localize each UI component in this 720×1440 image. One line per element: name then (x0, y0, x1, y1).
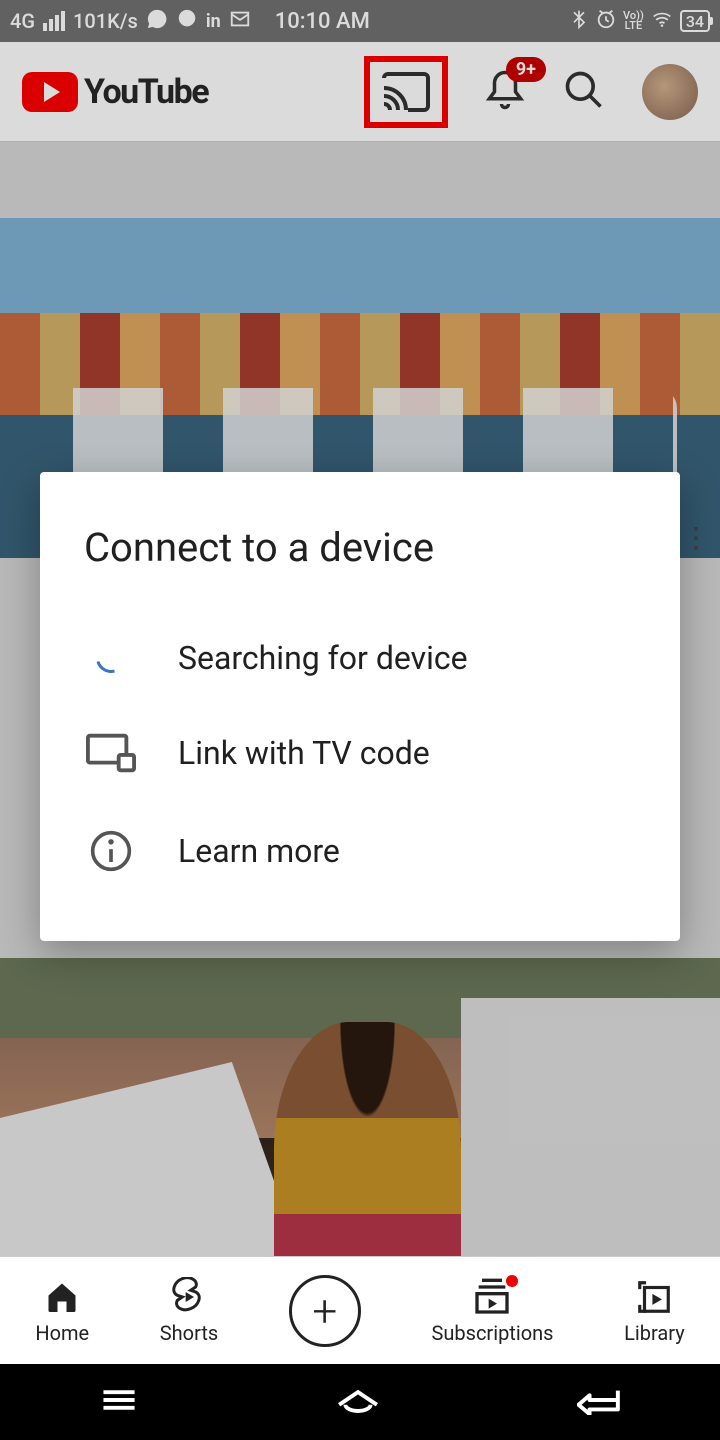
shorts-icon (172, 1277, 206, 1317)
library-icon (635, 1277, 673, 1317)
info-icon (89, 829, 133, 873)
nav-home[interactable]: Home (35, 1277, 89, 1345)
learn-more-row[interactable]: Learn more (40, 801, 680, 901)
link-tv-label: Link with TV code (178, 734, 430, 772)
recent-apps-button[interactable] (99, 1386, 139, 1418)
nav-library-label: Library (624, 1321, 685, 1345)
subscriptions-icon (472, 1277, 512, 1317)
tv-link-icon (86, 733, 136, 773)
dialog-title: Connect to a device (40, 512, 680, 611)
home-icon (44, 1277, 80, 1317)
cast-dialog: Connect to a device Searching for device… (40, 472, 680, 941)
learn-more-label: Learn more (178, 832, 340, 870)
nav-library[interactable]: Library (624, 1277, 685, 1345)
plus-icon: + (312, 1285, 337, 1337)
link-tv-row[interactable]: Link with TV code (40, 705, 680, 801)
nav-subs-label: Subscriptions (432, 1321, 554, 1345)
spinner-icon (91, 638, 132, 679)
back-button[interactable] (577, 1385, 621, 1419)
home-button[interactable] (336, 1385, 380, 1419)
nav-shorts[interactable]: Shorts (160, 1277, 218, 1345)
searching-row: Searching for device (40, 611, 680, 705)
create-button[interactable]: + (289, 1275, 361, 1347)
system-nav (0, 1364, 720, 1440)
nav-shorts-label: Shorts (160, 1321, 218, 1345)
bottom-nav: Home Shorts + Subscriptions Library (0, 1256, 720, 1364)
searching-label: Searching for device (178, 639, 468, 677)
nav-subscriptions[interactable]: Subscriptions (432, 1277, 554, 1345)
nav-home-label: Home (35, 1321, 89, 1345)
